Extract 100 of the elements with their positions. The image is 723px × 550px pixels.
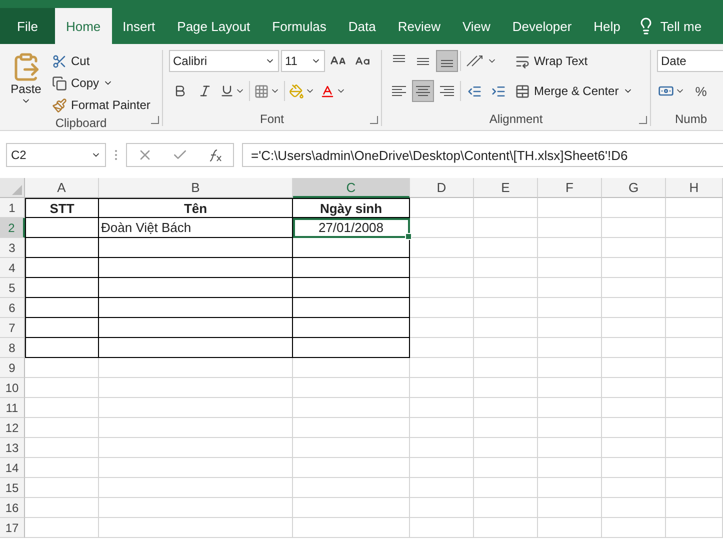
ribbon-tab[interactable]: Data — [337, 8, 387, 44]
table-cell[interactable]: 27/01/2008 — [293, 218, 410, 238]
ribbon-tab[interactable]: Formulas — [261, 8, 338, 44]
tell-me-search[interactable]: Tell me — [631, 8, 708, 44]
table-cell[interactable]: Ngày sinh — [293, 198, 410, 218]
font-name-field[interactable]: Calibri — [169, 50, 279, 72]
ribbon-tab[interactable]: Developer — [501, 8, 583, 44]
column-header[interactable]: B — [99, 178, 293, 198]
dialog-launcher-icon[interactable] — [370, 116, 378, 124]
table-cell[interactable] — [99, 258, 293, 278]
table-cell[interactable]: Tên — [99, 198, 293, 218]
scissors-icon — [52, 54, 67, 68]
table-cell[interactable] — [99, 298, 293, 318]
cut-button[interactable]: Cut — [52, 50, 150, 72]
merge-cells-icon — [515, 84, 530, 98]
row-header[interactable]: 16 — [0, 498, 25, 518]
row-header[interactable]: 15 — [0, 478, 25, 498]
row-header[interactable]: 11 — [0, 398, 25, 418]
row-header[interactable]: 10 — [0, 378, 25, 398]
name-box[interactable]: C2 — [6, 143, 106, 167]
table-cell[interactable] — [293, 258, 410, 278]
font-name: Calibri — [173, 54, 208, 68]
number-format: Date — [661, 54, 686, 68]
column-header[interactable]: E — [474, 178, 538, 198]
insert-function-icon[interactable] — [207, 148, 224, 162]
column-header[interactable]: D — [410, 178, 474, 198]
bold-icon — [173, 84, 187, 98]
paste-button[interactable]: Paste — [6, 50, 46, 116]
table-cell[interactable] — [293, 318, 410, 338]
number-format-field[interactable]: Date — [657, 50, 723, 72]
corner-triangle-icon — [12, 185, 22, 195]
row-header[interactable]: 17 — [0, 518, 25, 538]
table-cell[interactable] — [25, 298, 99, 318]
align-left-icon — [392, 86, 406, 96]
column-header[interactable]: C — [293, 178, 410, 198]
format-painter-button[interactable]: Format Painter — [52, 94, 150, 116]
align-button[interactable] — [436, 50, 458, 72]
italic-icon — [198, 84, 212, 98]
borders-icon — [254, 84, 269, 98]
copy-button[interactable]: Copy — [52, 72, 150, 94]
paint-bucket-icon — [289, 84, 304, 98]
table-cell[interactable] — [99, 318, 293, 338]
table-cell[interactable] — [99, 338, 293, 358]
group-label: Numb — [674, 112, 707, 126]
drag-handle-icon[interactable] — [114, 148, 118, 162]
table-cell[interactable] — [25, 218, 99, 238]
ribbon-tab[interactable]: File — [0, 8, 55, 44]
select-all-button[interactable] — [0, 178, 25, 198]
column-header[interactable]: A — [25, 178, 99, 198]
percent-button[interactable]: % — [690, 80, 712, 102]
table-cell[interactable] — [99, 278, 293, 298]
ribbon-tab[interactable]: Review — [386, 8, 452, 44]
row-header[interactable]: 7 — [0, 318, 25, 338]
wrap-text-button[interactable]: Wrap Text — [515, 50, 633, 72]
fill-handle[interactable] — [405, 233, 412, 240]
copy-icon — [52, 76, 67, 90]
align-right-icon — [440, 86, 454, 96]
table-cell[interactable] — [25, 258, 99, 278]
ribbon-tab[interactable]: View — [451, 8, 502, 44]
table-cell[interactable] — [99, 238, 293, 258]
column-header[interactable]: F — [538, 178, 602, 198]
row-header[interactable]: 8 — [0, 338, 25, 358]
row-header[interactable]: 6 — [0, 298, 25, 318]
table-cell[interactable]: Đoàn Việt Bách — [99, 218, 293, 238]
row-header[interactable]: 1 — [0, 198, 25, 218]
ribbon-tab[interactable]: Insert — [112, 8, 166, 44]
table-cell[interactable] — [293, 238, 410, 258]
dialog-launcher-icon[interactable] — [639, 116, 647, 124]
table-cell[interactable] — [293, 278, 410, 298]
align-center-icon — [416, 86, 430, 96]
ribbon-tab[interactable]: Home — [54, 8, 112, 44]
row-header[interactable]: 4 — [0, 258, 25, 278]
row-header[interactable]: 5 — [0, 278, 25, 298]
row-header[interactable]: 12 — [0, 418, 25, 438]
row-header[interactable]: 9 — [0, 358, 25, 378]
underline-icon — [220, 84, 234, 98]
merge-center-button[interactable]: Merge & Center — [515, 80, 633, 102]
ribbon-tab[interactable]: Page Layout — [166, 8, 262, 44]
row-header[interactable]: 2 — [0, 218, 25, 238]
align-button[interactable] — [412, 80, 434, 102]
formula-field[interactable]: ='C:\Users\admin\OneDrive\Desktop\Content\[TH.xlsx]Sheet6'!D6 — [242, 143, 723, 167]
align-top-icon — [393, 55, 405, 62]
column-header[interactable]: G — [602, 178, 666, 198]
group-label: Font — [260, 112, 284, 126]
font-size: 11 — [285, 54, 298, 68]
table-cell[interactable] — [293, 338, 410, 358]
table-cell[interactable] — [25, 338, 99, 358]
table-cell[interactable]: STT — [25, 198, 99, 218]
table-cell[interactable] — [25, 318, 99, 338]
font-size-field[interactable]: 11 — [281, 50, 325, 72]
row-header[interactable]: 3 — [0, 238, 25, 258]
table-cell[interactable] — [25, 278, 99, 298]
table-cell[interactable] — [293, 298, 410, 318]
dialog-launcher-icon[interactable] — [151, 116, 159, 124]
decrease-indent-icon — [466, 84, 482, 98]
table-cell[interactable] — [25, 238, 99, 258]
row-header[interactable]: 13 — [0, 438, 25, 458]
row-header[interactable]: 14 — [0, 458, 25, 478]
ribbon-tab[interactable]: Help — [582, 8, 632, 44]
column-header[interactable]: H — [666, 178, 723, 198]
